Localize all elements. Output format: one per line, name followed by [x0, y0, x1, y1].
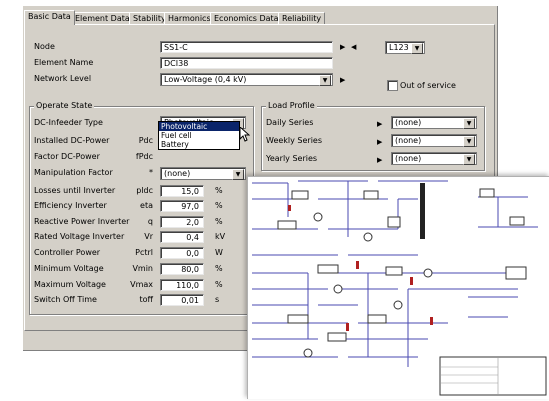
operate-row-label: Controller Power — [34, 248, 101, 257]
chevron-down-icon[interactable]: ▼ — [319, 75, 331, 86]
option-fuel-cell[interactable]: Fuel cell — [159, 131, 239, 140]
play-left-icon[interactable]: ◀ — [351, 43, 356, 51]
yearly-series-value: (none) — [395, 154, 422, 163]
operate-row-unit: % — [215, 264, 223, 273]
node-select-value: L123 — [389, 43, 409, 52]
operate-row-symbol: Vr — [144, 232, 153, 241]
weekly-series-value: (none) — [395, 136, 422, 145]
node-select[interactable]: L123 ▼ — [385, 41, 425, 54]
operate-row-field[interactable]: 0,4 — [160, 231, 204, 243]
operate-row-label: Maximum Voltage — [34, 280, 106, 289]
operate-row-label: Installed DC-Power — [34, 136, 110, 145]
play-right-icon[interactable]: ▶ — [377, 138, 382, 146]
operate-row-symbol: * — [149, 168, 153, 177]
operate-state-title: Operate State — [34, 101, 95, 110]
manipulation-factor-value: (none) — [164, 169, 191, 178]
chevron-down-icon[interactable]: ▼ — [411, 43, 423, 54]
operate-row-field[interactable]: 0,01 — [160, 294, 204, 306]
operate-row-label: Minimum Voltage — [34, 264, 104, 273]
operate-row-unit: W — [215, 248, 223, 257]
weekly-series-select[interactable]: (none) ▼ — [391, 134, 477, 147]
load-profile-title: Load Profile — [266, 101, 317, 110]
operate-row-field[interactable]: 110,0 — [160, 279, 204, 291]
operate-row-symbol: pldc — [136, 186, 153, 195]
operate-row-symbol: Pdc — [138, 136, 153, 145]
play-right-icon[interactable]: ▶ — [377, 156, 382, 164]
network-level-select[interactable]: Low-Voltage (0,4 kV) ▼ — [160, 73, 333, 86]
play-right-icon[interactable]: ▶ — [340, 76, 345, 84]
operate-row-unit: % — [215, 280, 223, 289]
option-photovoltaic[interactable]: Photovoltaic — [159, 122, 239, 131]
yearly-series-label: Yearly Series — [266, 154, 318, 163]
chevron-down-icon[interactable]: ▼ — [463, 118, 475, 129]
operate-row-symbol: Pctrl — [135, 248, 153, 257]
operate-row-label: Rated Voltage Inverter — [34, 232, 125, 241]
node-field[interactable]: SS1-C — [160, 41, 333, 53]
operate-row-label: Efficiency Inverter — [34, 201, 107, 210]
chevron-down-icon[interactable]: ▼ — [463, 154, 475, 165]
operate-row-label: Switch Off Time — [34, 295, 97, 304]
manipulation-factor-select[interactable]: (none) ▼ — [160, 167, 246, 180]
network-level-label: Network Level — [34, 74, 92, 83]
chevron-down-icon[interactable]: ▼ — [463, 136, 475, 147]
operate-row-field[interactable]: 2,0 — [160, 216, 204, 228]
daily-series-value: (none) — [395, 118, 422, 127]
operate-row-field[interactable]: 15,0 — [160, 185, 204, 197]
node-label: Node — [34, 42, 55, 51]
infeeder-type-dropdown-list: Photovoltaic Fuel cell Battery — [158, 121, 240, 150]
operate-row-unit: % — [215, 186, 223, 195]
out-of-service-label: Out of service — [400, 81, 456, 90]
operate-row-unit: kV — [215, 232, 226, 241]
operate-row-unit: s — [215, 295, 220, 304]
element-name-field[interactable]: DCI38 — [160, 57, 333, 69]
yearly-series-select[interactable]: (none) ▼ — [391, 152, 477, 165]
chevron-down-icon[interactable]: ▼ — [232, 169, 244, 180]
out-of-service-checkbox[interactable] — [387, 80, 398, 91]
play-right-icon[interactable]: ▶ — [377, 120, 382, 128]
operate-row-symbol: toff — [139, 295, 153, 304]
operate-row-label: Manipulation Factor — [34, 168, 113, 177]
operate-row-label: Losses until Inverter — [34, 186, 116, 195]
operate-row-unit: % — [215, 201, 223, 210]
weekly-series-label: Weekly Series — [266, 136, 323, 145]
option-battery[interactable]: Battery — [159, 140, 239, 149]
infeeder-type-label: DC-Infeeder Type — [34, 118, 103, 127]
tab-basic-data[interactable]: Basic Data — [24, 10, 75, 25]
operate-row-label: Factor DC-Power — [34, 152, 100, 161]
play-right-icon[interactable]: ▶ — [340, 43, 345, 51]
operate-row-field[interactable]: 80,0 — [160, 263, 204, 275]
operate-row-field[interactable]: 97,0 — [160, 200, 204, 212]
mouse-pointer-icon — [240, 127, 250, 142]
operate-row-symbol: eta — [140, 201, 153, 210]
operate-row-symbol: Vmin — [132, 264, 153, 273]
element-name-label: Element Name — [34, 58, 94, 67]
daily-series-label: Daily Series — [266, 118, 314, 127]
schematic-drawing — [252, 180, 547, 396]
operate-row-unit: % — [215, 217, 223, 226]
operate-row-symbol: fPdc — [135, 152, 153, 161]
network-diagram-thumbnail — [247, 176, 549, 399]
operate-row-symbol: Vmax — [130, 280, 153, 289]
operate-row-field[interactable]: 0,0 — [160, 247, 204, 259]
network-level-value: Low-Voltage (0,4 kV) — [164, 75, 247, 84]
operate-row-symbol: q — [147, 217, 153, 226]
daily-series-select[interactable]: (none) ▼ — [391, 116, 477, 129]
operate-row-label: Reactive Power Inverter — [34, 217, 130, 226]
